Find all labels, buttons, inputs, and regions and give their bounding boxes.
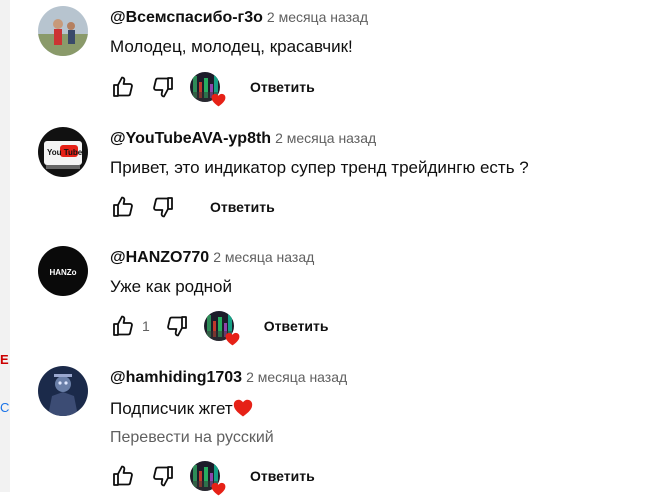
thumbs-up-icon: [111, 314, 135, 338]
dislike-button[interactable]: [150, 463, 176, 489]
like-button[interactable]: [110, 463, 136, 489]
comment-text: Уже как родной: [110, 277, 233, 296]
timestamp[interactable]: 2 месяца назад: [246, 369, 347, 385]
heart-icon: [211, 93, 226, 107]
avatar[interactable]: [38, 6, 88, 56]
author-name[interactable]: @hamhiding1703: [110, 369, 242, 386]
like-button[interactable]: [110, 194, 136, 220]
comment-header: @HANZO770 2 месяца назад: [110, 249, 314, 267]
dislike-button[interactable]: [150, 74, 176, 100]
avatar[interactable]: HANZo: [38, 246, 88, 296]
thumbs-down-icon: [165, 314, 189, 338]
comment-2: You Tube @YouTubeAVA-yp8th 2 месяца назад…: [38, 127, 648, 227]
avatar-logo-text: You Tube: [47, 148, 83, 157]
left-edge-strip: [0, 0, 10, 492]
creator-heart: [190, 461, 220, 491]
avatar-logo-text: HANZo: [49, 268, 76, 277]
thumbs-down-icon: [151, 464, 175, 488]
like-button[interactable]: [110, 313, 136, 339]
like-button[interactable]: [110, 74, 136, 100]
creator-heart: [190, 72, 220, 102]
author-name[interactable]: @YouTubeAVA-yp8th: [110, 130, 271, 147]
comment-text: Подписчик жгет: [110, 399, 253, 419]
comment-text: Молодец, молодец, красавчик!: [110, 37, 353, 56]
translate-link[interactable]: Перевести на русский: [110, 429, 274, 447]
timestamp[interactable]: 2 месяца назад: [213, 249, 314, 265]
avatar[interactable]: [38, 366, 88, 416]
comment-1: @Всемспасибо-г3о 2 месяца назад Молодец, …: [38, 6, 648, 106]
comment-text: Привет, это индикатор супер тренд трейди…: [110, 158, 529, 177]
edge-glyph-c: C: [0, 400, 10, 415]
reply-button[interactable]: Ответить: [210, 199, 275, 215]
like-count: 1: [142, 318, 150, 334]
comment-header: @YouTubeAVA-yp8th 2 месяца назад: [110, 130, 376, 148]
comment-4: @hamhiding1703 2 месяца назад Подписчик ж…: [38, 366, 648, 492]
author-name[interactable]: @Всемспасибо-г3о: [110, 9, 263, 26]
creator-heart: [204, 311, 234, 341]
reply-button[interactable]: Ответить: [250, 468, 315, 484]
dislike-button[interactable]: [150, 194, 176, 220]
dislike-button[interactable]: [164, 313, 190, 339]
timestamp[interactable]: 2 месяца назад: [275, 130, 376, 146]
thumbs-up-icon: [111, 195, 135, 219]
heart-emoji-icon: [233, 399, 253, 417]
avatar[interactable]: You Tube: [38, 127, 88, 177]
comment-actions: Ответить: [110, 460, 315, 492]
comment-header: @Всемспасибо-г3о 2 месяца назад: [110, 9, 368, 27]
comment-actions: Ответить: [110, 191, 275, 223]
thumbs-down-icon: [151, 75, 175, 99]
heart-icon: [225, 332, 240, 346]
comment-actions: Ответить: [110, 71, 315, 103]
thumbs-up-icon: [111, 464, 135, 488]
thumbs-up-icon: [111, 75, 135, 99]
thumbs-down-icon: [151, 195, 175, 219]
author-name[interactable]: @HANZO770: [110, 249, 209, 266]
heart-icon: [211, 482, 226, 496]
comment-header: @hamhiding1703 2 месяца назад: [110, 369, 347, 387]
reply-button[interactable]: Ответить: [250, 79, 315, 95]
edge-glyph-e: E: [0, 352, 9, 367]
comment-actions: 1 Ответить: [110, 310, 329, 342]
comment-text-body: Подписчик жгет: [110, 399, 233, 418]
comment-3: HANZo @HANZO770 2 месяца назад Уже как ро…: [38, 246, 648, 346]
reply-button[interactable]: Ответить: [264, 318, 329, 334]
timestamp[interactable]: 2 месяца назад: [267, 9, 368, 25]
